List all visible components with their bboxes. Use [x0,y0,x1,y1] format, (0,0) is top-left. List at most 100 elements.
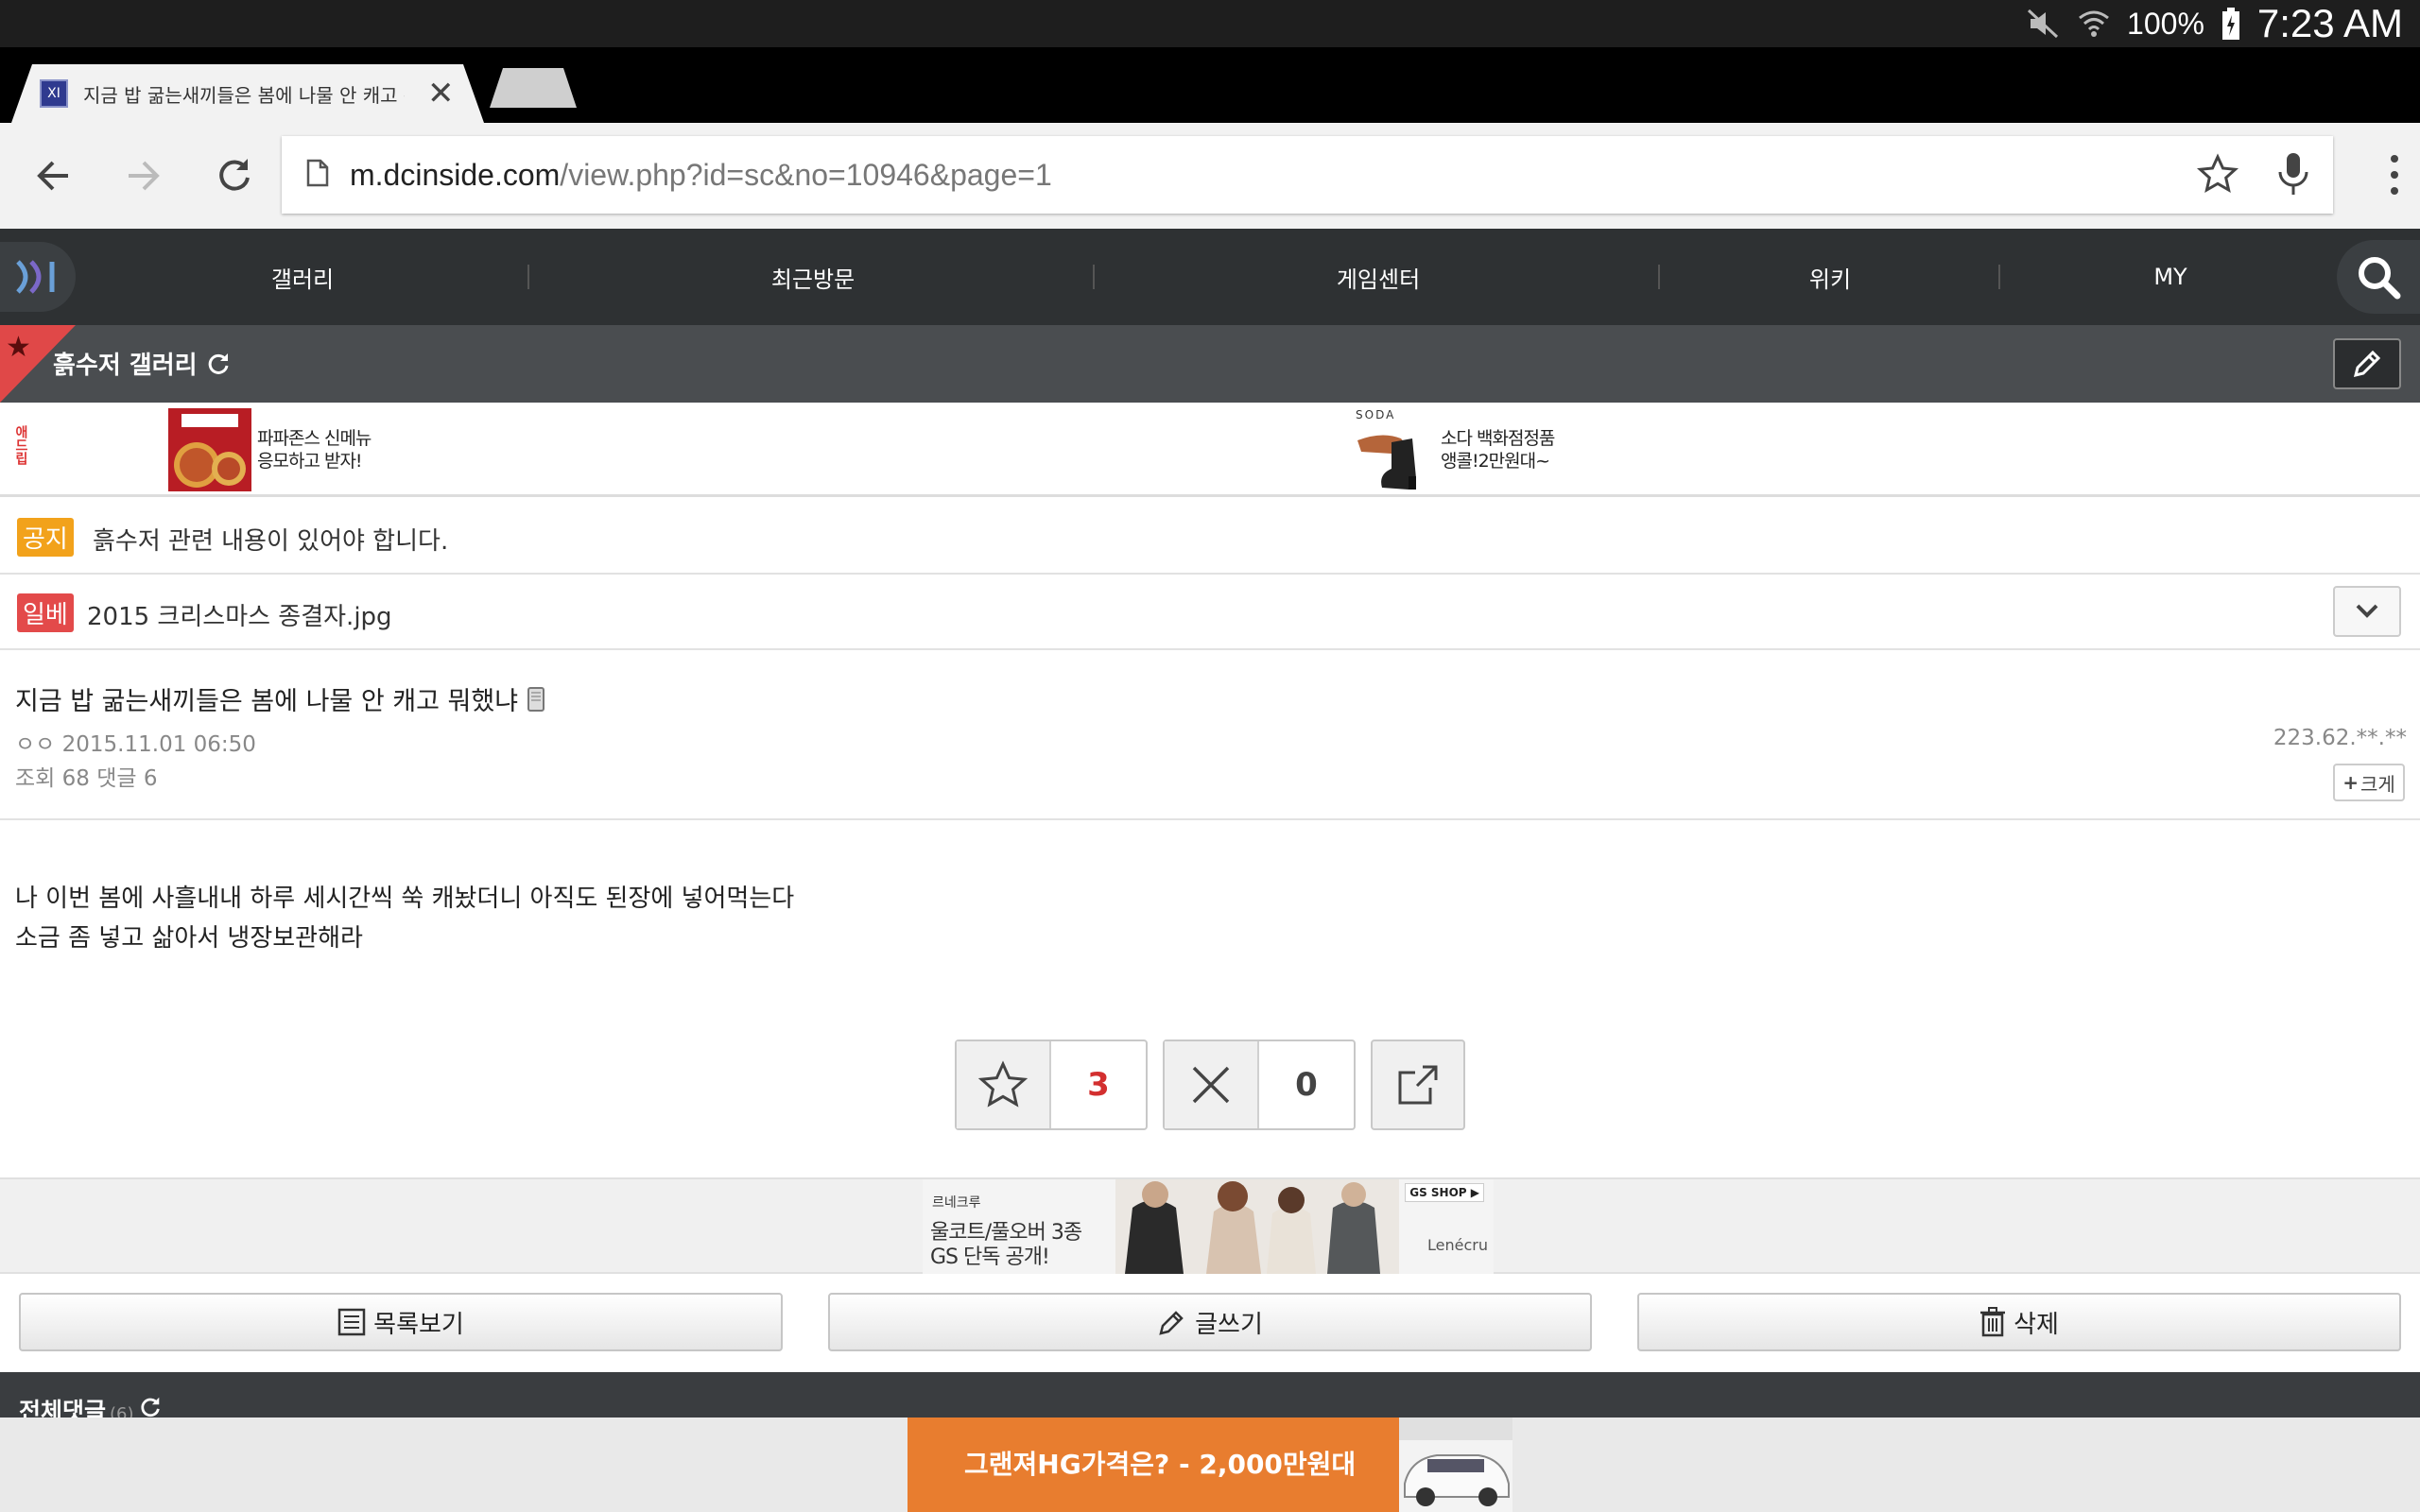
recommend-button[interactable]: 3 [955,1040,1148,1130]
ad-right-line2: 앵콜!2만원대~ [1441,451,1550,472]
post-title: 지금 밥 굶는새끼들은 봄에 나물 안 캐고 뭐했냐 [15,687,519,716]
banner-brand: 르네크루 [932,1195,981,1211]
comments-header: 전체댓글 (6) [0,1372,2420,1425]
chevron-down-icon [2356,604,2378,618]
delete-label: 삭제 [2014,1310,2059,1339]
nav-my[interactable]: MY [2076,229,2265,325]
nav-separator [1093,265,1095,289]
refresh-icon [208,352,229,374]
bottom-ad-text: 그랜져HG가격은? - 2,000만원대 [964,1449,1357,1480]
post-actions: 목록보기 글쓰기 삭제 [0,1276,2420,1370]
star-outline-icon [977,1060,1028,1108]
mute-icon [2027,9,2061,39]
delete-button[interactable]: 삭제 [1637,1293,2401,1351]
nav-recent[interactable]: 최근방문 [624,229,1002,325]
back-arrow-icon [37,161,68,191]
write-post-button[interactable] [2333,338,2401,389]
reload-button[interactable] [208,149,261,202]
ad-strip: 애드립 파파존스 신메뉴 응모하고 받자! SODA 소다 백화점정품 앵콜!2만원… [0,403,2420,497]
post-body: 나 이번 봄에 사흘내내 하루 세시간씩 쑥 캐놨더니 아직도 된장에 넣어먹는… [15,879,794,958]
nav-separator [1658,265,1660,289]
banner-area: 르네크루 울코트/풀오버 3종 GS 단독 공개! GS SHOP ▶ Lené… [0,1177,2420,1274]
ad-left-line1: 파파존스 신메뉴 [257,428,372,449]
soda-ad[interactable]: SODA 소다 백화점정품 앵콜!2만원대~ [1354,408,1555,491]
enlarge-text-button[interactable]: + 크게 [2333,764,2405,801]
share-button[interactable] [1371,1040,1465,1130]
nav-game-center[interactable]: 게임센터 [1189,229,1567,325]
ilbe-badge: 일베 [17,593,74,632]
gallery-header: ★ 흙수저 갤러리 [0,325,2420,403]
clock: 7:23 AM [2256,1,2403,45]
write-button[interactable]: 글쓰기 [828,1293,1592,1351]
banner-line2: GS 단독 공개! [930,1246,1050,1269]
list-label: 목록보기 [373,1310,464,1339]
mobile-post-icon [527,686,545,712]
forward-button[interactable] [117,149,170,202]
list-button[interactable]: 목록보기 [19,1293,783,1351]
gallery-title[interactable]: 흙수저 갤러리 [53,346,232,381]
enlarge-label: 크게 [2360,772,2395,796]
x-icon [1192,1066,1230,1104]
refresh-icon [140,1397,160,1418]
pizza-image [168,408,251,491]
nav-gallery[interactable]: 갤러리 [113,229,492,325]
wifi-icon [2078,9,2110,39]
post-date: 2015.11.01 06:50 [61,732,256,757]
lenecru-banner-ad[interactable]: 르네크루 울코트/풀오버 3종 GS 단독 공개! GS SHOP ▶ Lené… [923,1179,1494,1274]
battery-icon [2221,8,2240,40]
lenecru-logo: Lenécru [1427,1236,1488,1254]
nav-separator [1998,265,2000,289]
tab-strip: XI 지금 밥 굶는새끼들은 봄에 나물 안 캐고 뭐했냐 ✕ [0,47,2420,123]
url-path: /view.php?id=sc&no=10946&page=1 [560,157,1052,192]
browser-tab[interactable]: XI 지금 밥 굶는새끼들은 봄에 나물 안 캐고 뭐했냐 ✕ [11,64,484,123]
bookmark-star-icon[interactable] [2196,153,2239,198]
expand-button[interactable] [2333,586,2401,637]
recommend-icon-cell [957,1041,1051,1128]
microphone-icon[interactable] [2276,151,2310,200]
back-button[interactable] [26,149,79,202]
post-body-line: 나 이번 봄에 사흘내내 하루 세시간씩 쑥 캐놨더니 아직도 된장에 넣어먹는… [15,885,795,913]
grandeur-ad[interactable]: 그랜져HG가격은? - 2,000만원대 [908,1418,1512,1512]
star-icon: ★ [6,331,31,364]
ad-label: 애드립 [13,425,28,465]
recommend-count: 3 [1087,1066,1110,1104]
pencil-icon [2353,350,2381,378]
dcinside-logo-button[interactable] [0,242,76,312]
overflow-menu-icon[interactable] [2388,151,2401,202]
site-nav: 갤러리 최근방문 게임센터 위키 MY [0,229,2420,325]
downvote-button[interactable]: 0 [1163,1040,1356,1130]
battery-percent: 100% [2127,6,2204,41]
pencil-icon [1159,1311,1184,1335]
post-body-line: 소금 좀 넣고 삶아서 냉장보관해라 [15,924,363,953]
ad-right-line1: 소다 백화점정품 [1441,428,1555,449]
ad-left-line2: 응모하고 받자! [257,451,363,472]
tab-title: 지금 밥 굶는새끼들은 봄에 나물 안 캐고 뭐했냐 [83,83,405,107]
ilbe-row[interactable]: 일베 2015 크리스마스 종결자.jpg [0,575,2420,650]
favicon-icon: XI [40,79,68,108]
search-icon [2359,257,2401,300]
nav-wiki[interactable]: 위키 [1736,229,1925,325]
new-tab-button[interactable] [490,68,577,108]
address-bar[interactable]: m.dcinside.com/view.php?id=sc&no=10946&p… [282,136,2333,214]
trash-icon [1980,1307,2006,1337]
share-icon [1398,1065,1438,1105]
search-button[interactable] [2337,240,2420,314]
plus-icon: + [2342,771,2359,794]
notice-row[interactable]: 공지 흙수저 관련 내용이 있어야 합니다. [0,499,2420,575]
views-label: 조회 [15,766,56,791]
soda-shoe-image: SODA [1354,408,1435,491]
list-icon [337,1308,366,1336]
post-author[interactable]: ㅇㅇ [15,732,55,757]
notice-badge: 공지 [17,518,74,557]
close-icon[interactable]: ✕ [427,77,455,110]
url-text[interactable]: m.dcinside.com/view.php?id=sc&no=10946&p… [350,158,1052,193]
page-icon [306,159,329,191]
nav-separator [527,265,529,289]
author-ip: 223.62.**.** [2273,726,2407,750]
post-title-line: 지금 밥 굶는새끼들은 봄에 나물 안 캐고 뭐했냐 [15,680,545,717]
gs-shop-label: GS SHOP ▶ [1405,1183,1484,1202]
views-count: 68 [61,766,90,791]
papajohns-ad[interactable]: 파파존스 신메뉴 응모하고 받자! [168,408,372,491]
car-image [1399,1418,1512,1512]
dc-logo-icon [16,260,55,294]
